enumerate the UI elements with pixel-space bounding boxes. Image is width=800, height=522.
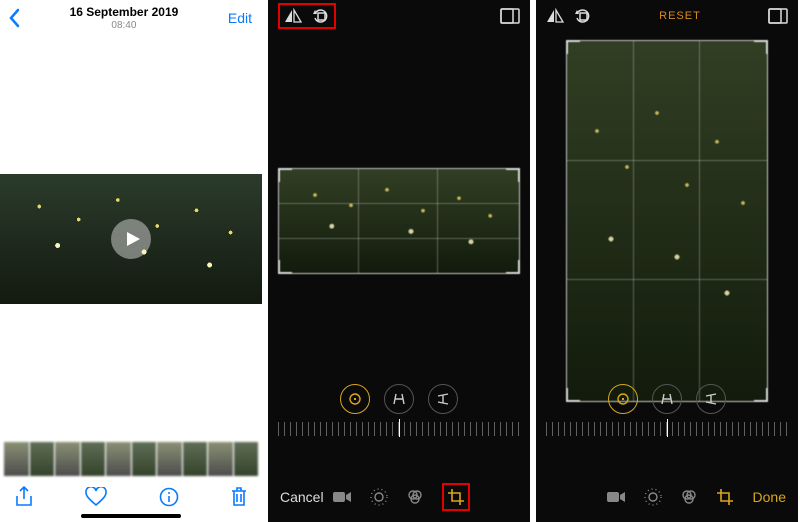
video-mode-icon[interactable] <box>606 490 626 504</box>
horizontal-perspective-button[interactable] <box>428 384 458 414</box>
crop-canvas[interactable] <box>536 40 798 402</box>
straighten-ruler[interactable] <box>546 422 788 436</box>
reset-button[interactable]: RESET <box>659 10 701 22</box>
aspect-ratio-icon[interactable] <box>500 8 520 24</box>
crop-mode-icon[interactable] <box>442 483 470 511</box>
vertical-perspective-button[interactable] <box>384 384 414 414</box>
edit-crop-screen-before: Cancel <box>268 0 530 522</box>
heart-icon[interactable] <box>85 487 107 507</box>
filters-mode-icon[interactable] <box>680 488 698 506</box>
title-group: 16 September 2019 08:40 <box>70 6 179 31</box>
crop-mode-icon[interactable] <box>716 488 734 506</box>
edit-bottom-toolbar: Cancel <box>268 482 530 512</box>
home-indicator <box>81 514 181 518</box>
crop-handle-tr[interactable] <box>506 168 520 182</box>
crop-canvas[interactable] <box>268 40 530 402</box>
cancel-button[interactable]: Cancel <box>280 489 324 505</box>
info-icon[interactable] <box>159 487 179 507</box>
nav-bar: 16 September 2019 08:40 Edit <box>0 0 262 34</box>
photos-viewer-screen: 16 September 2019 08:40 Edit <box>0 0 262 522</box>
crop-frame[interactable] <box>278 168 520 274</box>
video-mode-icon[interactable] <box>332 490 352 504</box>
photo-date: 16 September 2019 <box>70 6 179 20</box>
trash-icon[interactable] <box>230 486 248 508</box>
crop-handle-tr[interactable] <box>754 40 768 54</box>
back-chevron-icon[interactable] <box>8 6 20 28</box>
edit-crop-screen-after: RESET <box>536 0 798 522</box>
edit-mode-tabs <box>606 488 734 506</box>
rotate-icon[interactable] <box>312 7 330 25</box>
adjust-mode-icon[interactable] <box>644 488 662 506</box>
play-button[interactable] <box>111 219 151 259</box>
crop-handle-br[interactable] <box>506 260 520 274</box>
adjust-mode-icon[interactable] <box>370 488 388 506</box>
thumbnail-strip[interactable] <box>0 442 262 476</box>
crop-handle-tl[interactable] <box>278 168 292 182</box>
share-icon[interactable] <box>14 486 34 508</box>
rotate-icon[interactable] <box>574 7 592 25</box>
straighten-controls <box>546 384 788 444</box>
filters-mode-icon[interactable] <box>406 488 424 506</box>
crop-handle-tl[interactable] <box>566 40 580 54</box>
edit-mode-tabs <box>332 483 470 511</box>
vertical-perspective-button[interactable] <box>652 384 682 414</box>
crop-top-toolbar <box>268 0 530 32</box>
highlighted-flip-rotate-group <box>278 3 336 29</box>
edit-bottom-toolbar: Done <box>536 482 798 512</box>
aspect-ratio-icon[interactable] <box>768 8 788 24</box>
edit-button[interactable]: Edit <box>228 6 252 26</box>
straighten-ruler[interactable] <box>278 422 520 436</box>
done-button[interactable]: Done <box>753 489 786 505</box>
photo-time: 08:40 <box>70 20 179 32</box>
horizontal-perspective-button[interactable] <box>696 384 726 414</box>
straighten-dial-button[interactable] <box>340 384 370 414</box>
crop-frame-portrait[interactable] <box>566 40 768 402</box>
video-preview[interactable] <box>0 174 262 304</box>
crop-top-toolbar: RESET <box>536 0 798 32</box>
straighten-dial-button[interactable] <box>608 384 638 414</box>
flip-horizontal-icon[interactable] <box>546 8 564 24</box>
crop-handle-bl[interactable] <box>278 260 292 274</box>
flip-horizontal-icon[interactable] <box>284 8 302 24</box>
straighten-controls <box>278 384 520 444</box>
